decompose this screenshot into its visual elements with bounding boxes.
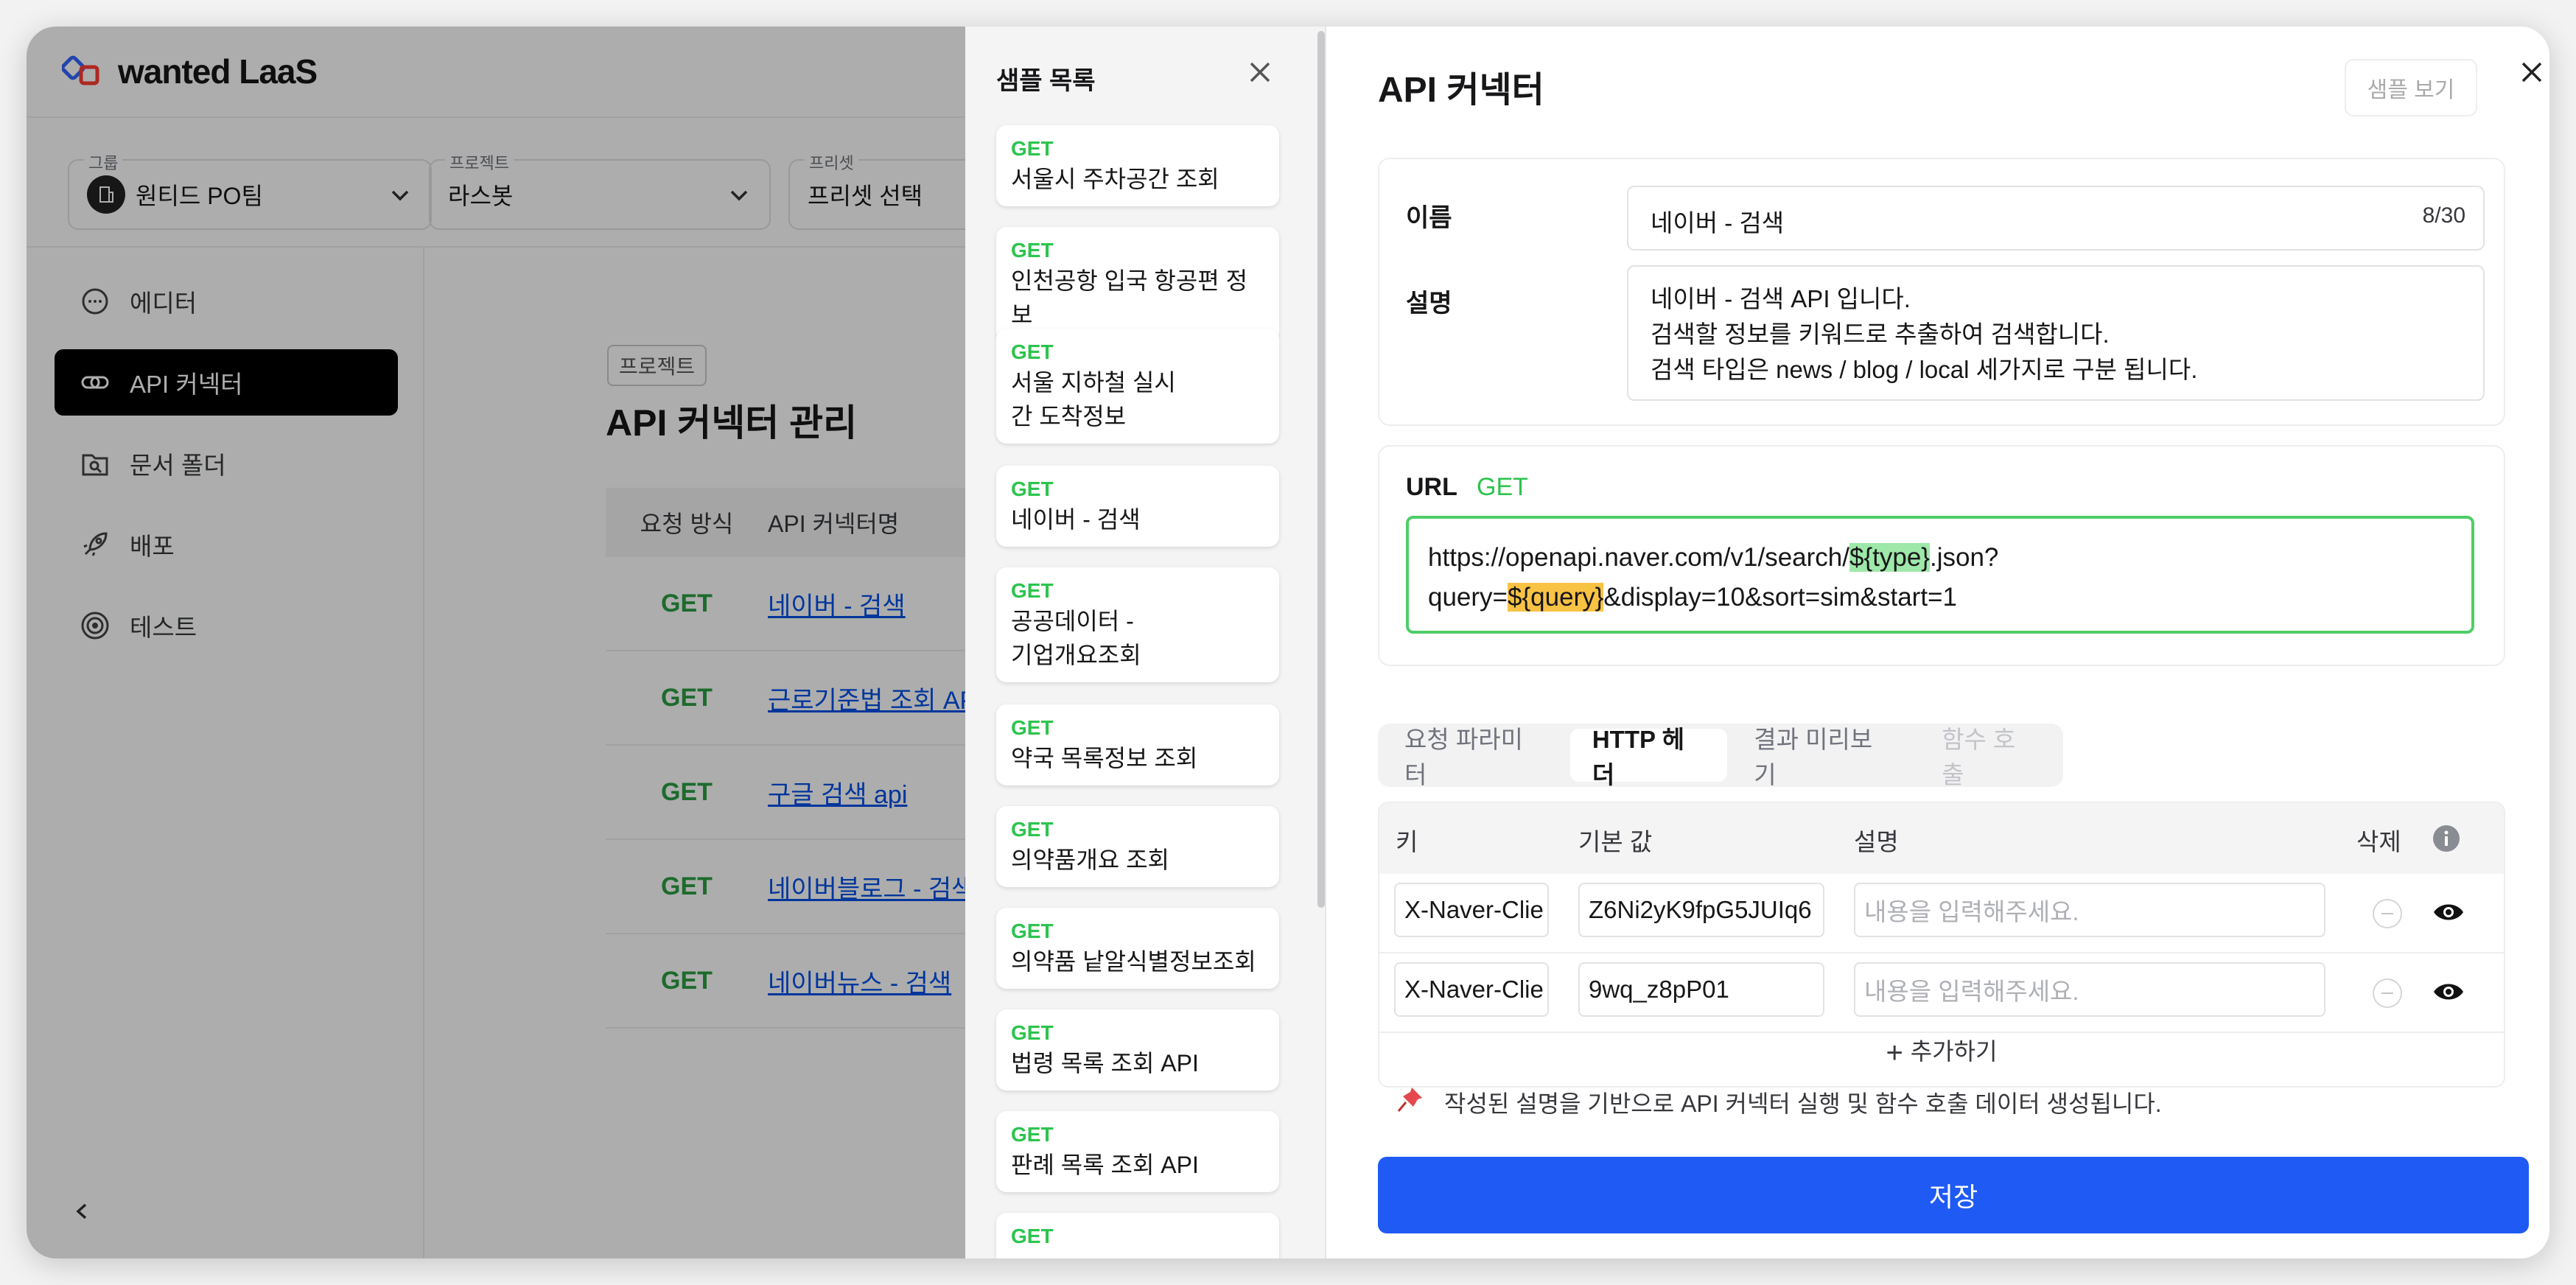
column-header-default: 기본 값 xyxy=(1578,828,1653,855)
description-textarea[interactable]: 네이버 - 검색 API 입니다. 검색할 정보를 키워드로 추출하여 검색합니… xyxy=(1627,265,2485,401)
settings-tabs: 요청 파라미터 HTTP 헤더 결과 미리보기 함수 호출 xyxy=(1378,724,2063,788)
sample-card[interactable]: GET 네이버 - 검색 xyxy=(996,466,1279,547)
url-label: URL xyxy=(1406,473,1457,501)
column-header-description: 설명 xyxy=(1854,828,1899,855)
sample-name: 법령 목록 조회 API xyxy=(1011,1050,1199,1076)
sample-card[interactable]: GET 판례 목록 조회 API xyxy=(996,1111,1279,1192)
sample-name: 판례 목록 조회 API xyxy=(1011,1152,1199,1178)
method-label: GET xyxy=(1011,1123,1054,1146)
eye-icon[interactable] xyxy=(2432,897,2465,931)
header-default-input[interactable]: Z6Ni2yK9fpG5JUIq6 xyxy=(1578,883,1824,937)
sample-name: 서울시 주차공간 조회 xyxy=(1011,166,1219,192)
tab-function-call[interactable]: 함수 호출 xyxy=(1919,726,2059,788)
sample-list-panel: 샘플 목록 GET 서울시 주차공간 조회 GET 인천공항 입국 항공편 정보… xyxy=(965,27,1326,1258)
url-section: URL GET https://openapi.naver.com/v1/sea… xyxy=(1378,445,2505,666)
description-line: 네이버 - 검색 API 입니다. xyxy=(1651,285,1911,312)
close-sample-list-button[interactable] xyxy=(1244,56,1276,88)
sample-card[interactable]: GET 인천공항 입국 항공편 정보 xyxy=(996,227,1279,342)
method-label: GET xyxy=(1011,920,1054,942)
sample-name: 의약품 낱알식별정보조회 xyxy=(1011,948,1256,975)
name-char-counter: 8/30 xyxy=(2422,203,2465,228)
url-variable-query: ${query} xyxy=(1508,583,1604,612)
method-label: GET xyxy=(1011,818,1054,841)
sample-card[interactable]: GET 의약품개요 조회 xyxy=(996,806,1279,887)
remove-row-button[interactable] xyxy=(2373,978,2402,1008)
sample-name: 의약품개요 조회 xyxy=(1011,847,1169,873)
save-button[interactable]: 저장 xyxy=(1378,1157,2529,1233)
close-icon xyxy=(2521,62,2542,83)
header-key-input[interactable]: X-Naver-Clie xyxy=(1394,883,1549,937)
column-header-delete: 삭제 xyxy=(2356,828,2401,855)
sample-list-title: 샘플 목록 xyxy=(996,67,1096,95)
header-key-input[interactable]: X-Naver-Clie xyxy=(1394,962,1549,1017)
method-label: GET xyxy=(1011,579,1054,602)
method-label: GET xyxy=(1011,716,1054,739)
add-header-button[interactable]: + 추가하기 xyxy=(1379,1033,2504,1070)
url-text: .json? xyxy=(1930,543,1999,572)
method-label: GET xyxy=(1011,137,1054,160)
info-icon[interactable] xyxy=(2432,824,2461,859)
url-text: query= xyxy=(1428,583,1508,612)
sample-card[interactable]: GET xyxy=(996,1213,1279,1258)
eye-icon[interactable] xyxy=(2432,977,2465,1010)
http-header-table: 키 기본 값 설명 삭제 X-Naver-Clie Z6Ni2yK9fpG5JU… xyxy=(1378,802,2505,1088)
close-panel-button[interactable] xyxy=(2514,55,2549,90)
description-line: 검색 타입은 news / blog / local 세가지로 구분 됩니다. xyxy=(1651,356,2198,383)
tab-result-preview[interactable]: 결과 미리보기 xyxy=(1732,726,1915,788)
tab-http-header[interactable]: HTTP 헤더 xyxy=(1569,726,1728,788)
sample-list-scrollbar[interactable] xyxy=(1317,31,1325,908)
header-default-input[interactable]: 9wq_z8pP01 xyxy=(1578,962,1824,1017)
url-input[interactable]: https://openapi.naver.com/v1/search/${ty… xyxy=(1406,516,2474,634)
table-row: X-Naver-Clie 9wq_z8pP01 내용을 입력해주세요. xyxy=(1379,953,2504,1033)
table-header: 키 기본 값 설명 삭제 xyxy=(1379,803,2504,874)
pin-icon xyxy=(1396,1085,1425,1120)
table-row: X-Naver-Clie Z6Ni2yK9fpG5JUIq6 내용을 입력해주세… xyxy=(1379,874,2504,953)
url-method[interactable]: GET xyxy=(1477,473,1528,502)
sample-card[interactable]: GET 의약품 낱알식별정보조회 xyxy=(996,908,1279,989)
sample-card[interactable]: GET 법령 목록 조회 API xyxy=(996,1009,1279,1090)
close-icon xyxy=(1250,62,1270,83)
app-window: wanted LaaS 그룹 원티드 PO팀 프로젝트 라스봇 프리셋 프리셋 … xyxy=(27,27,2549,1258)
info-note-text: 작성된 설명을 기반으로 API 커넥터 실행 및 함수 호출 데이터 생성됩니… xyxy=(1444,1090,2162,1117)
info-note: 작성된 설명을 기반으로 API 커넥터 실행 및 함수 호출 데이터 생성됩니… xyxy=(1396,1085,2162,1120)
header-description-input[interactable]: 내용을 입력해주세요. xyxy=(1854,962,2325,1017)
remove-row-button[interactable] xyxy=(2373,899,2402,928)
method-label: GET xyxy=(1011,1021,1054,1044)
sample-name: 약국 목록정보 조회 xyxy=(1011,745,1198,771)
add-header-label: 추가하기 xyxy=(1910,1038,1998,1065)
url-variable-type: ${type} xyxy=(1849,543,1930,572)
column-header-key: 키 xyxy=(1396,828,1418,855)
background-app: wanted LaaS 그룹 원티드 PO팀 프로젝트 라스봇 프리셋 프리셋 … xyxy=(27,27,1083,1258)
sample-name: 공공데이터 - 기업개요조회 xyxy=(1011,608,1141,668)
modal-overlay[interactable] xyxy=(27,27,1029,1258)
url-text: https://openapi.naver.com/v1/search/ xyxy=(1428,543,1849,572)
sample-card[interactable]: GET 공공데이터 - 기업개요조회 xyxy=(996,567,1279,682)
sample-card[interactable]: GET 약국 목록정보 조회 xyxy=(996,704,1279,785)
plus-icon: + xyxy=(1886,1037,1903,1069)
method-label: GET xyxy=(1011,477,1054,500)
sample-name: 서울 지하철 실시간 도착정보 xyxy=(1011,369,1176,430)
name-label: 이름 xyxy=(1406,204,1452,232)
sample-card[interactable]: GET 서울시 주차공간 조회 xyxy=(996,125,1279,206)
name-input-value: 네이버 - 검색 xyxy=(1651,209,1785,237)
header-description-input[interactable]: 내용을 입력해주세요. xyxy=(1854,883,2325,937)
sample-card[interactable]: GET 서울 지하철 실시간 도착정보 xyxy=(996,329,1279,444)
url-text: &display=10&sort=sim&start=1 xyxy=(1603,583,1957,612)
basic-info-section: 이름 네이버 - 검색 8/30 설명 네이버 - 검색 API 입니다. 검색… xyxy=(1378,158,2505,426)
tab-request-params[interactable]: 요청 파라미터 xyxy=(1382,726,1566,788)
method-label: GET xyxy=(1011,1225,1054,1247)
panel-title: API 커넥터 xyxy=(1378,71,1544,110)
sample-name: 인천공항 입국 항공편 정보 xyxy=(1011,267,1248,328)
description-line: 검색할 정보를 키워드로 추출하여 검색합니다. xyxy=(1651,321,2110,348)
description-label: 설명 xyxy=(1406,290,1452,318)
method-label: GET xyxy=(1011,340,1054,363)
sample-name: 네이버 - 검색 xyxy=(1011,506,1141,533)
method-label: GET xyxy=(1011,239,1054,262)
sample-view-button[interactable]: 샘플 보기 xyxy=(2345,59,2477,116)
name-input[interactable]: 네이버 - 검색 8/30 xyxy=(1627,186,2485,251)
api-connector-panel: API 커넥터 샘플 보기 이름 네이버 - 검색 8/30 설명 네이버 - … xyxy=(1328,27,2549,1258)
